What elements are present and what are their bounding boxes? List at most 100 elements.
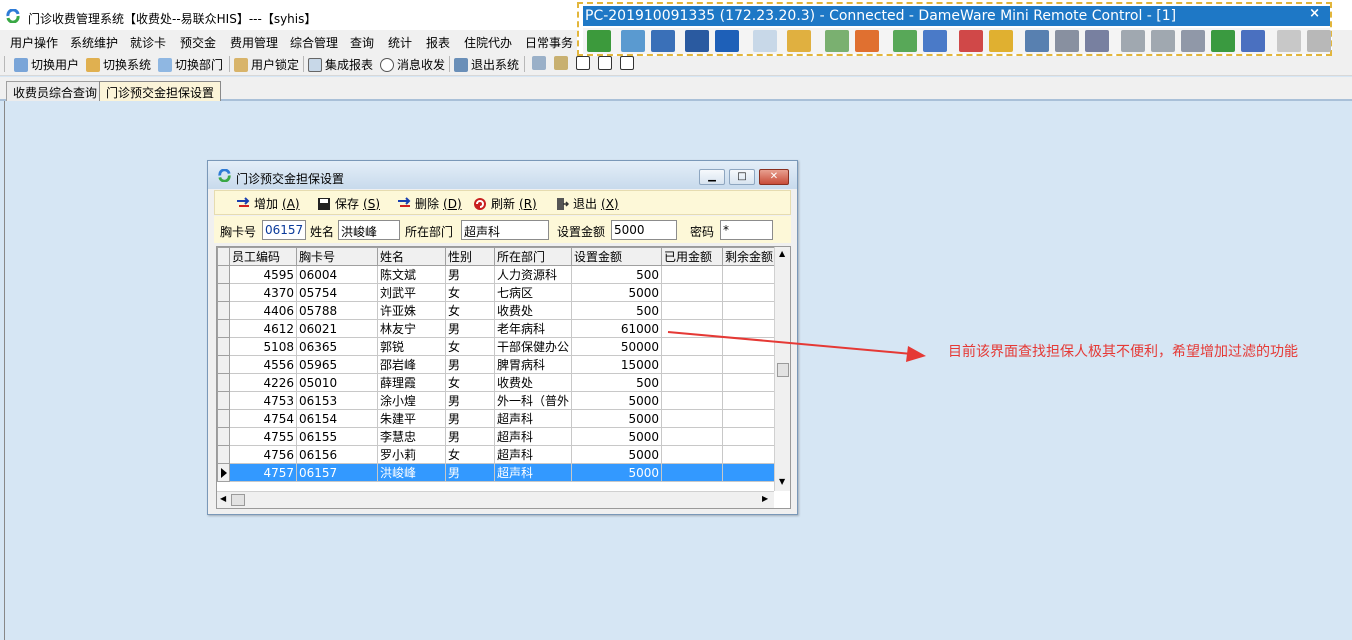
table-row[interactable]: 4226 05010 薛理霞女收费处 500 bbox=[217, 373, 780, 392]
gender-cell[interactable]: 女 bbox=[445, 445, 495, 464]
disconnect-icon[interactable] bbox=[651, 30, 675, 52]
name-cell[interactable]: 刘武平 bbox=[377, 283, 446, 302]
card-no-cell[interactable]: 06154 bbox=[296, 409, 378, 428]
remaining-amount-cell[interactable] bbox=[722, 373, 780, 392]
set-amount-cell[interactable]: 5000 bbox=[571, 427, 663, 446]
set-amount-cell[interactable]: 5000 bbox=[571, 463, 663, 482]
calculator-tool-button[interactable] bbox=[554, 56, 568, 70]
department-cell[interactable]: 超声科 bbox=[493, 409, 573, 428]
remaining-amount-cell[interactable] bbox=[722, 265, 780, 284]
row-indicator[interactable] bbox=[217, 355, 230, 374]
tab-prepayment-guarantee[interactable]: 门诊预交金担保设置 bbox=[99, 81, 222, 101]
set-amount-cell[interactable]: 15000 bbox=[571, 355, 663, 374]
printer-icon[interactable] bbox=[1055, 30, 1079, 52]
gender-cell[interactable]: 男 bbox=[445, 265, 495, 284]
name-cell[interactable]: 朱建平 bbox=[377, 409, 446, 428]
used-amount-cell[interactable] bbox=[661, 427, 724, 446]
menu-inpatient-agent[interactable]: 住院代办 bbox=[464, 34, 512, 51]
menu-general-management[interactable]: 综合管理 bbox=[290, 34, 338, 51]
maximize-button[interactable]: □ bbox=[729, 169, 755, 185]
save-button[interactable]: 保存 (S) bbox=[317, 195, 380, 212]
card-no-cell[interactable]: 06021 bbox=[296, 319, 378, 338]
close-button[interactable]: ✕ bbox=[759, 169, 789, 185]
department-cell[interactable]: 超声科 bbox=[493, 445, 573, 464]
remaining-amount-cell[interactable] bbox=[722, 283, 780, 302]
employee-id-cell[interactable]: 5108 bbox=[229, 337, 297, 356]
table-row[interactable]: 4754 06154 朱建平男超声科 5000 bbox=[217, 409, 780, 428]
switch-department-button[interactable]: 切换部门 bbox=[158, 56, 223, 73]
padlock-icon[interactable] bbox=[1307, 30, 1331, 52]
pin-icon[interactable] bbox=[587, 30, 611, 52]
card-no-cell[interactable]: 06157 bbox=[296, 463, 378, 482]
employee-id-cell[interactable]: 4556 bbox=[229, 355, 297, 374]
used-amount-cell[interactable] bbox=[661, 463, 724, 482]
name-cell[interactable]: 郭锐 bbox=[377, 337, 446, 356]
card-no-field[interactable]: 06157 bbox=[262, 220, 306, 240]
table-row[interactable]: 4406 05788 许亚姝女收费处 500 bbox=[217, 301, 780, 320]
gender-cell[interactable]: 男 bbox=[445, 319, 495, 338]
tab-cashier-query[interactable]: 收费员综合查询 bbox=[6, 81, 105, 101]
switch-system-button[interactable]: 切换系统 bbox=[86, 56, 151, 73]
employee-id-cell[interactable]: 4226 bbox=[229, 373, 297, 392]
remaining-amount-cell[interactable] bbox=[722, 427, 780, 446]
remote-close-button[interactable]: × bbox=[1309, 6, 1320, 21]
used-amount-cell[interactable] bbox=[661, 445, 724, 464]
employee-id-cell[interactable]: 4406 bbox=[229, 301, 297, 320]
set-amount-cell[interactable]: 5000 bbox=[571, 391, 663, 410]
table-row[interactable]: 4755 06155 李慧忠男超声科 5000 bbox=[217, 427, 780, 446]
set-amount-cell[interactable]: 500 bbox=[571, 301, 663, 320]
delete-button[interactable]: 删除 (D) bbox=[396, 195, 462, 212]
table-row[interactable]: 4595 06004 陈文斌男人力资源科 500 bbox=[217, 265, 780, 284]
name-cell[interactable]: 邵岩峰 bbox=[377, 355, 446, 374]
used-amount-cell[interactable] bbox=[661, 391, 724, 410]
gender-cell[interactable]: 男 bbox=[445, 355, 495, 374]
file-transfer-icon[interactable] bbox=[1211, 30, 1235, 52]
col-header-card-no[interactable]: 胸卡号 bbox=[296, 247, 378, 266]
remaining-amount-cell[interactable] bbox=[722, 391, 780, 410]
department-cell[interactable]: 超声科 bbox=[493, 463, 573, 482]
refresh-button[interactable]: 刷新 (R) bbox=[473, 195, 537, 212]
gender-cell[interactable]: 男 bbox=[445, 427, 495, 446]
department-cell[interactable]: 老年病科 bbox=[493, 319, 573, 338]
col-header-name[interactable]: 姓名 bbox=[377, 247, 446, 266]
gender-cell[interactable]: 男 bbox=[445, 463, 495, 482]
menu-visit-card[interactable]: 就诊卡 bbox=[130, 34, 166, 51]
set-amount-cell[interactable]: 5000 bbox=[571, 409, 663, 428]
scroll-left-icon[interactable]: ◀ bbox=[220, 494, 226, 503]
employee-id-cell[interactable]: 4755 bbox=[229, 427, 297, 446]
table-row[interactable]: 4753 06153 涂小煌男外一科（普外 5000 bbox=[217, 391, 780, 410]
settings-icon[interactable] bbox=[989, 30, 1013, 52]
card-no-cell[interactable]: 05754 bbox=[296, 283, 378, 302]
network-multi-icon[interactable] bbox=[1151, 30, 1175, 52]
col-header-gender[interactable]: 性别 bbox=[445, 247, 495, 266]
employee-id-cell[interactable]: 4612 bbox=[229, 319, 297, 338]
add-button[interactable]: 增加 (A) bbox=[235, 195, 300, 212]
menu-reports[interactable]: 报表 bbox=[426, 34, 450, 51]
network-disconnect-icon[interactable] bbox=[1181, 30, 1205, 52]
menu-user-ops[interactable]: 用户操作 bbox=[10, 34, 58, 51]
col-header-used-amount[interactable]: 已用金额 bbox=[661, 247, 724, 266]
remaining-amount-cell[interactable] bbox=[722, 301, 780, 320]
window-tool-button[interactable] bbox=[620, 56, 634, 70]
table-row[interactable]: 4757 06157 洪峻峰男超声科 5000 bbox=[217, 463, 780, 482]
name-cell[interactable]: 林友宁 bbox=[377, 319, 446, 338]
name-cell[interactable]: 涂小煌 bbox=[377, 391, 446, 410]
used-amount-cell[interactable] bbox=[661, 301, 724, 320]
name-field[interactable]: 洪峻峰 bbox=[338, 220, 400, 240]
menu-query[interactable]: 查询 bbox=[350, 34, 374, 51]
row-indicator[interactable] bbox=[217, 427, 230, 446]
employee-id-cell[interactable]: 4370 bbox=[229, 283, 297, 302]
department-cell[interactable]: 干部保健办公 bbox=[493, 337, 573, 356]
row-indicator[interactable] bbox=[217, 301, 230, 320]
switch-user-button[interactable]: 切换用户 bbox=[14, 56, 79, 73]
gender-cell[interactable]: 女 bbox=[445, 337, 495, 356]
table-tool-button[interactable] bbox=[598, 56, 612, 70]
department-cell[interactable]: 收费处 bbox=[493, 301, 573, 320]
gender-cell[interactable]: 女 bbox=[445, 283, 495, 302]
set-amount-cell[interactable]: 50000 bbox=[571, 337, 663, 356]
department-cell[interactable]: 七病区 bbox=[493, 283, 573, 302]
row-indicator[interactable] bbox=[217, 391, 230, 410]
card-no-cell[interactable]: 05965 bbox=[296, 355, 378, 374]
set-amount-cell[interactable]: 500 bbox=[571, 373, 663, 392]
row-indicator[interactable] bbox=[217, 283, 230, 302]
